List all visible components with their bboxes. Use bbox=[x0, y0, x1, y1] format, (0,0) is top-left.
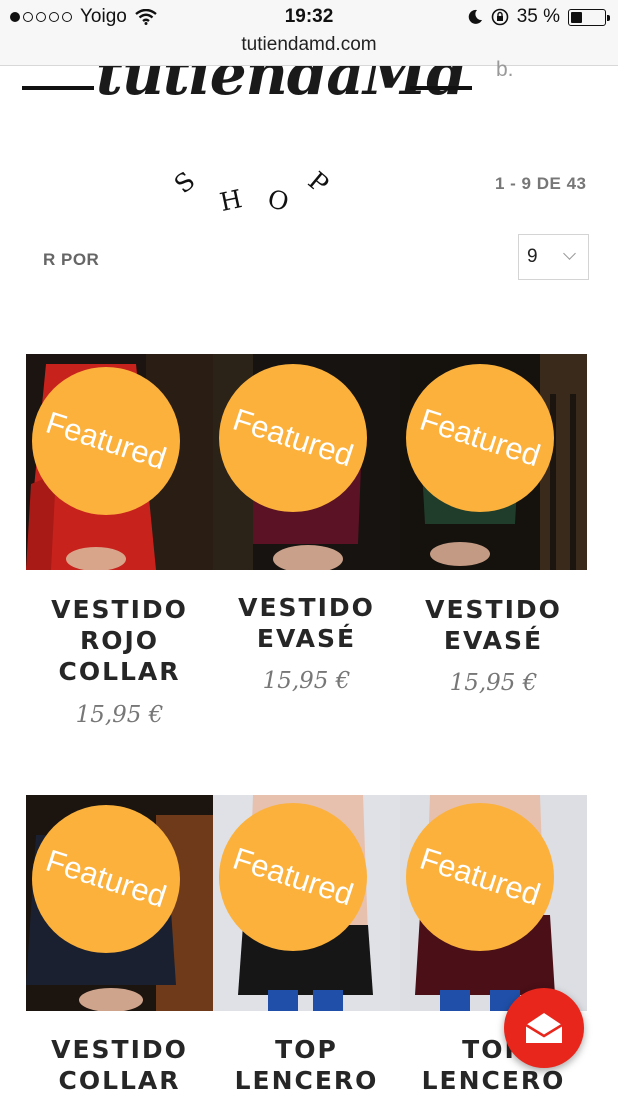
featured-badge: Featured bbox=[406, 803, 554, 951]
product-name[interactable]: VESTIDO ROJO COLLAR bbox=[26, 594, 213, 687]
url-text[interactable]: tutiendamd.com bbox=[241, 34, 376, 55]
logo-shop-letter: P bbox=[302, 165, 335, 200]
featured-badge-label: Featured bbox=[41, 842, 171, 915]
status-right: 35 % bbox=[467, 6, 610, 28]
product-name[interactable]: TOP LENCERO bbox=[213, 1034, 400, 1096]
logo-shop-letter: S bbox=[168, 165, 201, 200]
address-bar[interactable]: tutiendamd.com bbox=[0, 34, 618, 66]
featured-badge: Featured bbox=[406, 364, 554, 512]
logo-rule-right bbox=[410, 86, 472, 90]
featured-badge: Featured bbox=[32, 805, 180, 953]
product-price: 15,95 € bbox=[262, 668, 351, 694]
logo-shop-letter: H bbox=[217, 184, 245, 217]
product-card[interactable]: Featured VESTIDO EVASÉ 15,95 € bbox=[213, 354, 400, 734]
product-card[interactable]: Featured TOP LENCERO bbox=[213, 795, 400, 1100]
featured-badge-label: Featured bbox=[228, 401, 358, 474]
product-name[interactable]: VESTIDO EVASÉ bbox=[400, 594, 587, 656]
featured-badge: Featured bbox=[32, 367, 180, 515]
featured-badge-label: Featured bbox=[415, 840, 545, 913]
per-page-value: 9 bbox=[527, 246, 538, 267]
site-logo[interactable]: tutiendaMd S H O P bbox=[0, 66, 500, 226]
envelope-icon bbox=[525, 1013, 563, 1043]
featured-badge: Featured bbox=[219, 364, 367, 512]
orientation-lock-icon bbox=[491, 8, 508, 26]
status-bar: Yoigo 19:32 35 % bbox=[0, 0, 618, 34]
battery-icon bbox=[568, 8, 610, 26]
per-page-select[interactable]: 9 bbox=[518, 234, 589, 280]
product-name[interactable]: VESTIDO EVASÉ bbox=[213, 592, 400, 654]
moon-icon bbox=[468, 9, 482, 24]
results-count: 1 - 9 DE 43 bbox=[495, 174, 587, 193]
chevron-down-icon bbox=[563, 247, 576, 260]
product-price: 15,95 € bbox=[449, 670, 538, 696]
product-card[interactable]: Featured VESTIDO EVASÉ 15,95 € bbox=[400, 354, 587, 734]
battery-cap bbox=[607, 14, 610, 21]
featured-badge: Featured bbox=[219, 803, 367, 951]
product-price: 15,95 € bbox=[75, 702, 164, 728]
product-name[interactable]: VESTIDO COLLAR bbox=[26, 1034, 213, 1096]
featured-badge-label: Featured bbox=[415, 401, 545, 474]
product-card[interactable]: Featured VESTIDO COLLAR bbox=[26, 795, 213, 1100]
featured-badge-label: Featured bbox=[41, 404, 171, 477]
battery-level bbox=[571, 11, 582, 23]
sort-label: R POR bbox=[43, 250, 100, 269]
battery-percent: 35 % bbox=[516, 6, 560, 27]
logo-shop-letter: O bbox=[264, 183, 292, 218]
featured-badge-label: Featured bbox=[228, 840, 358, 913]
logo-rule-left bbox=[22, 86, 94, 90]
contact-fab-button[interactable] bbox=[504, 988, 584, 1068]
product-card[interactable]: Featured VESTIDO ROJO COLLAR 15,95 € bbox=[26, 354, 213, 734]
overflow-text: b. bbox=[496, 58, 514, 81]
